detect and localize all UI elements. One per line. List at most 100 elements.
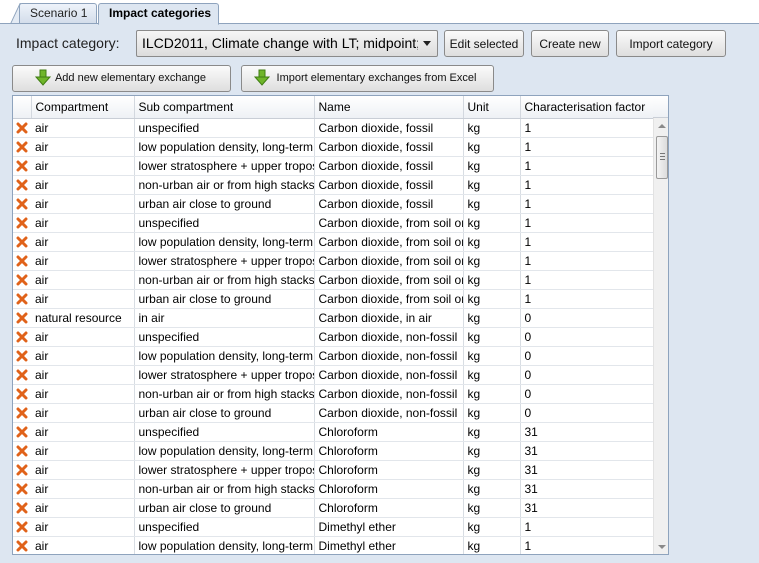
table-row[interactable]: air non-urban air or from high stacks Carb… — [13, 175, 654, 195]
cell-unit[interactable]: kg — [463, 403, 521, 423]
delete-x-icon[interactable] — [16, 255, 28, 267]
cell-compartment[interactable]: air — [31, 251, 135, 271]
cell-sub-compartment[interactable]: non-urban air or from high stacks — [134, 270, 315, 290]
cell-name[interactable]: Chloroform — [314, 498, 464, 518]
cell-unit[interactable]: kg — [463, 194, 521, 214]
cell-name[interactable]: Carbon dioxide, from soil or biomass sto… — [314, 232, 464, 252]
delete-row-cell[interactable] — [13, 213, 31, 233]
cell-compartment[interactable]: air — [31, 479, 135, 499]
delete-x-icon[interactable] — [16, 464, 28, 476]
cell-name[interactable]: Carbon dioxide, non-fossil — [314, 346, 464, 366]
delete-x-icon[interactable] — [16, 217, 28, 229]
cell-unit[interactable]: kg — [463, 308, 521, 328]
cell-sub-compartment[interactable]: urban air close to ground — [134, 289, 315, 309]
cell-compartment[interactable]: air — [31, 118, 135, 138]
cell-characterisation-factor[interactable]: 31 — [520, 479, 654, 499]
cell-sub-compartment[interactable]: lower stratosphere + upper troposphere — [134, 460, 315, 480]
table-row[interactable]: airlower stratosphere + upper tropospher… — [13, 460, 654, 480]
table-row[interactable]: air low population density, long-term Carb… — [13, 346, 654, 366]
scrollbar-thumb[interactable] — [656, 136, 668, 179]
cell-sub-compartment[interactable]: unspecified — [134, 517, 315, 537]
delete-row-cell[interactable] — [13, 365, 31, 385]
cell-sub-compartment[interactable]: in air — [134, 308, 315, 328]
cell-sub-compartment[interactable]: urban air close to ground — [134, 498, 315, 518]
column-header-compartment[interactable]: Compartment — [31, 96, 135, 119]
cell-sub-compartment[interactable]: non-urban air or from high stacks — [134, 175, 315, 195]
column-header-characterisation-factor[interactable]: Characterisation factor — [520, 96, 654, 119]
delete-x-icon[interactable] — [16, 312, 28, 324]
delete-row-cell[interactable] — [13, 327, 31, 347]
cell-sub-compartment[interactable]: lower stratosphere + upper troposphere — [134, 156, 315, 176]
cell-name[interactable]: Carbon dioxide, non-fossil — [314, 365, 464, 385]
cell-name[interactable]: Carbon dioxide, non-fossil — [314, 327, 464, 347]
cell-name[interactable]: Chloroform — [314, 460, 464, 480]
cell-unit[interactable]: kg — [463, 156, 521, 176]
cell-sub-compartment[interactable]: non-urban air or from high stacks — [134, 384, 315, 404]
delete-x-icon[interactable] — [16, 179, 28, 191]
cell-unit[interactable]: kg — [463, 479, 521, 499]
cell-characterisation-factor[interactable]: 1 — [520, 118, 654, 138]
table-row[interactable]: air urban air close to ground Chloroform kg… — [13, 498, 654, 518]
cell-characterisation-factor[interactable]: 0 — [520, 346, 654, 366]
cell-characterisation-factor[interactable]: 1 — [520, 270, 654, 290]
delete-x-icon[interactable] — [16, 445, 28, 457]
table-row[interactable]: air unspecified Carbon dioxide, fossil kg 1 — [13, 118, 654, 138]
cell-unit[interactable]: kg — [463, 441, 521, 461]
cell-sub-compartment[interactable]: low population density, long-term — [134, 232, 315, 252]
delete-x-icon[interactable] — [16, 502, 28, 514]
cell-compartment[interactable]: air — [31, 156, 135, 176]
delete-row-cell[interactable] — [13, 308, 31, 328]
cell-unit[interactable]: kg — [463, 346, 521, 366]
cell-characterisation-factor[interactable]: 0 — [520, 365, 654, 385]
cell-unit[interactable]: kg — [463, 118, 521, 138]
table-row[interactable]: airlower stratosphere + upper tropospher… — [13, 251, 654, 271]
impact-category-dropdown[interactable]: ILCD2011, Climate change with LT; midpoi… — [136, 30, 438, 57]
cell-sub-compartment[interactable]: unspecified — [134, 422, 315, 442]
cell-characterisation-factor[interactable]: 1 — [520, 156, 654, 176]
delete-row-cell[interactable] — [13, 479, 31, 499]
scroll-up-arrow-icon[interactable] — [658, 124, 666, 128]
cell-unit[interactable]: kg — [463, 365, 521, 385]
cell-name[interactable]: Carbon dioxide, fossil — [314, 175, 464, 195]
delete-row-cell[interactable] — [13, 232, 31, 252]
table-row[interactable]: air low population density, long-term Dime… — [13, 536, 654, 554]
cell-name[interactable]: Dimethyl ether — [314, 517, 464, 537]
delete-x-icon[interactable] — [16, 540, 28, 552]
cell-sub-compartment[interactable]: lower stratosphere + upper troposphere — [134, 251, 315, 271]
delete-row-cell[interactable] — [13, 156, 31, 176]
cell-sub-compartment[interactable]: low population density, long-term — [134, 346, 315, 366]
cell-name[interactable]: Carbon dioxide, from soil or biomass sto… — [314, 289, 464, 309]
delete-row-cell[interactable] — [13, 517, 31, 537]
cell-compartment[interactable]: natural resource — [31, 308, 135, 328]
cell-unit[interactable]: kg — [463, 213, 521, 233]
cell-compartment[interactable]: air — [31, 517, 135, 537]
delete-x-icon[interactable] — [16, 521, 28, 533]
cell-sub-compartment[interactable]: urban air close to ground — [134, 194, 315, 214]
cell-characterisation-factor[interactable]: 1 — [520, 251, 654, 271]
cell-compartment[interactable]: air — [31, 441, 135, 461]
cell-compartment[interactable]: air — [31, 384, 135, 404]
cell-unit[interactable]: kg — [463, 175, 521, 195]
cell-unit[interactable]: kg — [463, 232, 521, 252]
cell-characterisation-factor[interactable]: 1 — [520, 137, 654, 157]
delete-row-cell[interactable] — [13, 289, 31, 309]
table-row[interactable]: air urban air close to ground Carbon dioxi… — [13, 194, 654, 214]
table-row[interactable]: air low population density, long-term Chlo… — [13, 441, 654, 461]
table-row[interactable]: natural resource in air Carbon dioxide, in… — [13, 308, 654, 328]
cell-compartment[interactable]: air — [31, 232, 135, 252]
cell-characterisation-factor[interactable]: 1 — [520, 536, 654, 554]
cell-sub-compartment[interactable]: unspecified — [134, 327, 315, 347]
cell-sub-compartment[interactable]: non-urban air or from high stacks — [134, 479, 315, 499]
table-row[interactable]: air urban air close to ground Carbon dioxi… — [13, 289, 654, 309]
cell-compartment[interactable]: air — [31, 365, 135, 385]
table-row[interactable]: air non-urban air or from high stacks Chlo… — [13, 479, 654, 499]
import-from-excel-button[interactable]: Import elementary exchanges from Excel — [241, 65, 494, 92]
cell-characterisation-factor[interactable]: 1 — [520, 232, 654, 252]
cell-characterisation-factor[interactable]: 0 — [520, 308, 654, 328]
delete-row-cell[interactable] — [13, 498, 31, 518]
vertical-scrollbar[interactable] — [653, 118, 668, 554]
cell-name[interactable]: Chloroform — [314, 422, 464, 442]
table-row[interactable]: air low population density, long-term Carb… — [13, 232, 654, 252]
cell-name[interactable]: Chloroform — [314, 441, 464, 461]
column-header-unit[interactable]: Unit — [463, 96, 521, 119]
